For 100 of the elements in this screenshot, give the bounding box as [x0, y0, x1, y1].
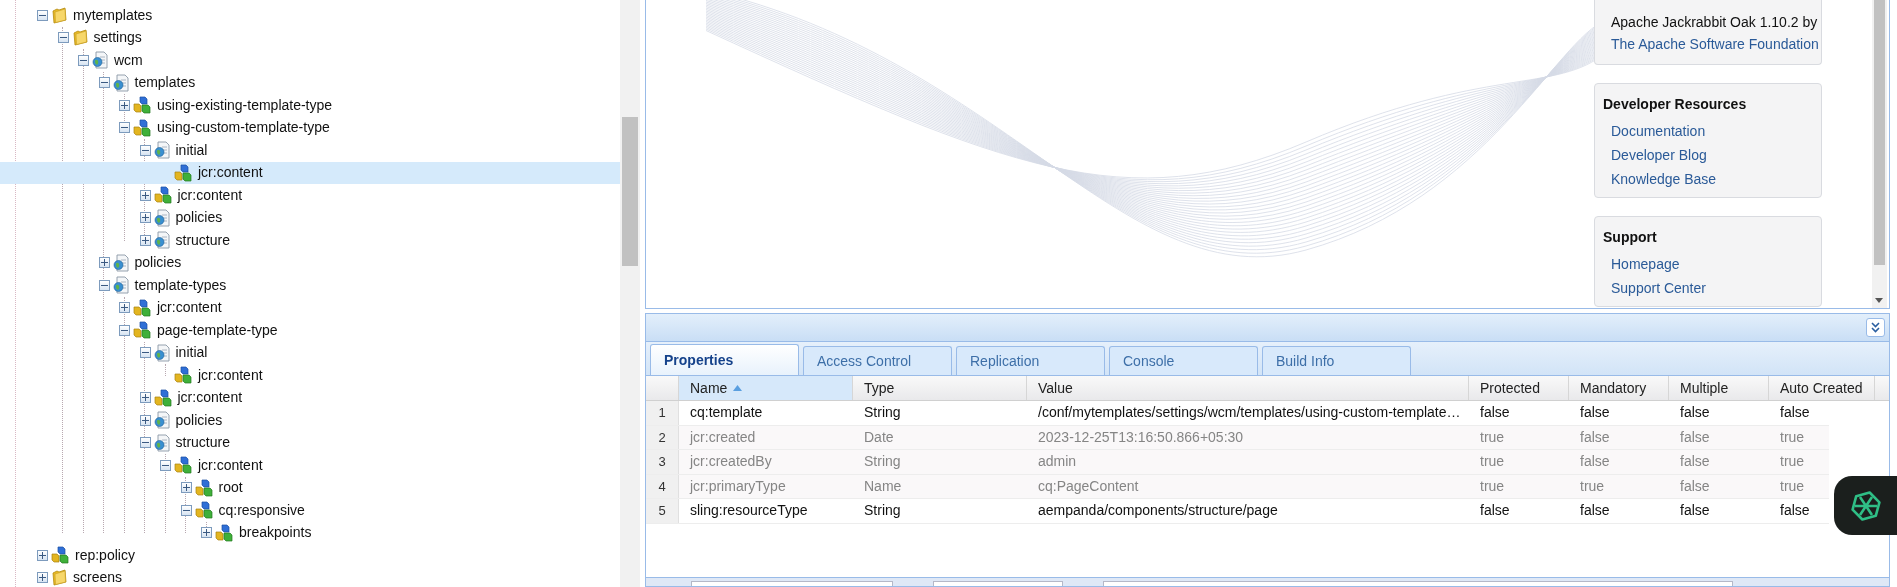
tree-item[interactable]: jcr:content: [0, 386, 620, 409]
tree-item[interactable]: settings: [0, 26, 620, 49]
expand-toggle[interactable]: [37, 572, 48, 584]
tree-item[interactable]: using-existing-template-type: [0, 94, 620, 117]
tree-item[interactable]: policies: [0, 409, 620, 432]
collapse-toggle[interactable]: [119, 324, 130, 336]
input-field[interactable]: [691, 581, 893, 586]
tree-item[interactable]: jcr:content: [0, 454, 620, 477]
column-header[interactable]: Type: [853, 376, 1027, 400]
expand-toggle[interactable]: [139, 392, 151, 404]
tree-item[interactable]: structure: [0, 229, 620, 252]
link[interactable]: Knowledge Base: [1611, 167, 1717, 191]
collapse-toggle[interactable]: [119, 122, 130, 134]
tree-item[interactable]: template-types: [0, 274, 620, 297]
input-field[interactable]: [1103, 581, 1733, 586]
column-header[interactable]: Name: [679, 376, 853, 400]
table-cell-text: true: [1479, 476, 1506, 496]
collapse-toggle[interactable]: [57, 32, 69, 44]
scrollbar-thumb[interactable]: [622, 117, 638, 266]
tree-item[interactable]: jcr:content: [0, 184, 620, 207]
tree-item[interactable]: wcm: [0, 49, 620, 72]
collapse-button[interactable]: [1866, 318, 1885, 337]
table-cell-text: false: [1679, 476, 1711, 496]
collapse-toggle[interactable]: [139, 347, 151, 359]
tab[interactable]: Replication: [956, 346, 1105, 375]
tab[interactable]: Access Control: [803, 346, 952, 375]
tree-item[interactable]: jcr:content: [0, 161, 620, 184]
tree-item[interactable]: rep:policy: [0, 544, 620, 567]
scrollbar[interactable]: [1872, 0, 1887, 308]
tree-item[interactable]: policies: [0, 251, 620, 274]
tree-item[interactable]: jcr:content: [0, 296, 620, 319]
tree-item[interactable]: breakpoints: [0, 521, 620, 544]
tab[interactable]: Properties: [650, 344, 799, 375]
tree-label: templates: [134, 73, 196, 93]
tree-label: using-custom-template-type: [157, 118, 330, 138]
tree-item[interactable]: cq:responsive: [0, 499, 620, 522]
folder-icon: [51, 569, 68, 587]
table-cell-text: true: [1779, 452, 1806, 472]
tree-label: structure: [175, 230, 230, 250]
expand-toggle[interactable]: [119, 99, 130, 111]
tab[interactable]: Console: [1109, 346, 1258, 375]
column-header[interactable]: Multiple: [1669, 376, 1769, 400]
input-field[interactable]: [933, 581, 1063, 586]
page-globe-icon: [153, 208, 171, 227]
expand-toggle[interactable]: [98, 257, 110, 269]
tree-label: mytemplates: [73, 5, 153, 25]
link[interactable]: Homepage: [1611, 252, 1680, 276]
collapse-toggle[interactable]: [98, 77, 110, 89]
tree-item[interactable]: policies: [0, 206, 620, 229]
collapse-toggle[interactable]: [180, 504, 192, 516]
collapse-toggle[interactable]: [139, 437, 151, 449]
collapse-toggle[interactable]: [98, 279, 110, 291]
page-globe-icon: [112, 253, 130, 272]
collapse-toggle[interactable]: [78, 54, 89, 66]
table-cell-text: true: [1779, 427, 1806, 447]
column-header[interactable]: Value: [1027, 376, 1469, 400]
expand-toggle[interactable]: [139, 212, 151, 224]
collapse-toggle[interactable]: [37, 9, 48, 21]
tree-item[interactable]: structure: [0, 431, 620, 454]
tree-item[interactable]: jcr:content: [0, 364, 620, 387]
expand-toggle[interactable]: [119, 302, 130, 314]
tab[interactable]: Build Info: [1262, 346, 1411, 375]
assistant-button[interactable]: [1834, 476, 1897, 535]
table-row[interactable]: 5 sling:resourceType String aempanda/components/structure/page false false false false: [646, 499, 1829, 524]
scroll-down-icon[interactable]: [1875, 298, 1883, 304]
column-header[interactable]: Auto Created: [1769, 376, 1875, 400]
table-row[interactable]: 1 cq:template String /conf/mytemplates/settings/wcm/templates/using-custom-template… false false false false: [646, 401, 1829, 426]
tree-label: jcr:content: [198, 455, 263, 475]
link[interactable]: The Apache Software Foundation: [1611, 32, 1819, 56]
tree-item[interactable]: initial: [0, 139, 620, 162]
tree-label: initial: [175, 140, 208, 160]
expand-toggle[interactable]: [37, 549, 48, 561]
tree-item[interactable]: screens: [0, 566, 620, 587]
scrollbar[interactable]: [620, 0, 640, 587]
page-globe-icon: [153, 231, 171, 250]
collapse-toggle[interactable]: [160, 459, 171, 471]
collapse-toggle[interactable]: [139, 144, 151, 156]
expand-toggle[interactable]: [139, 189, 151, 201]
tree-label: policies: [134, 253, 182, 273]
expand-toggle[interactable]: [139, 234, 151, 246]
tree-item[interactable]: root: [0, 476, 620, 499]
tree-label: breakpoints: [239, 523, 312, 543]
link[interactable]: Developer Blog: [1611, 143, 1707, 167]
column-header[interactable]: Mandatory: [1569, 376, 1669, 400]
expand-toggle[interactable]: [139, 414, 151, 426]
table-cell-text: String: [863, 452, 902, 472]
folder-icon: [71, 29, 89, 47]
expand-toggle[interactable]: [180, 482, 192, 494]
tree-item[interactable]: mytemplates: [0, 4, 620, 27]
tree-item[interactable]: using-custom-template-type: [0, 116, 620, 139]
column-header[interactable]: Protected: [1469, 376, 1569, 400]
tree-item[interactable]: templates: [0, 71, 620, 94]
scrollbar-thumb[interactable]: [1874, 0, 1885, 265]
expand-toggle[interactable]: [201, 527, 212, 539]
link[interactable]: Documentation: [1611, 119, 1706, 143]
link[interactable]: Support Center: [1611, 276, 1706, 300]
tree-item[interactable]: page-template-type: [0, 319, 620, 342]
table-cell-text: false: [1579, 501, 1611, 521]
tree-label: jcr:content: [198, 163, 263, 183]
tree-item[interactable]: initial: [0, 341, 620, 364]
